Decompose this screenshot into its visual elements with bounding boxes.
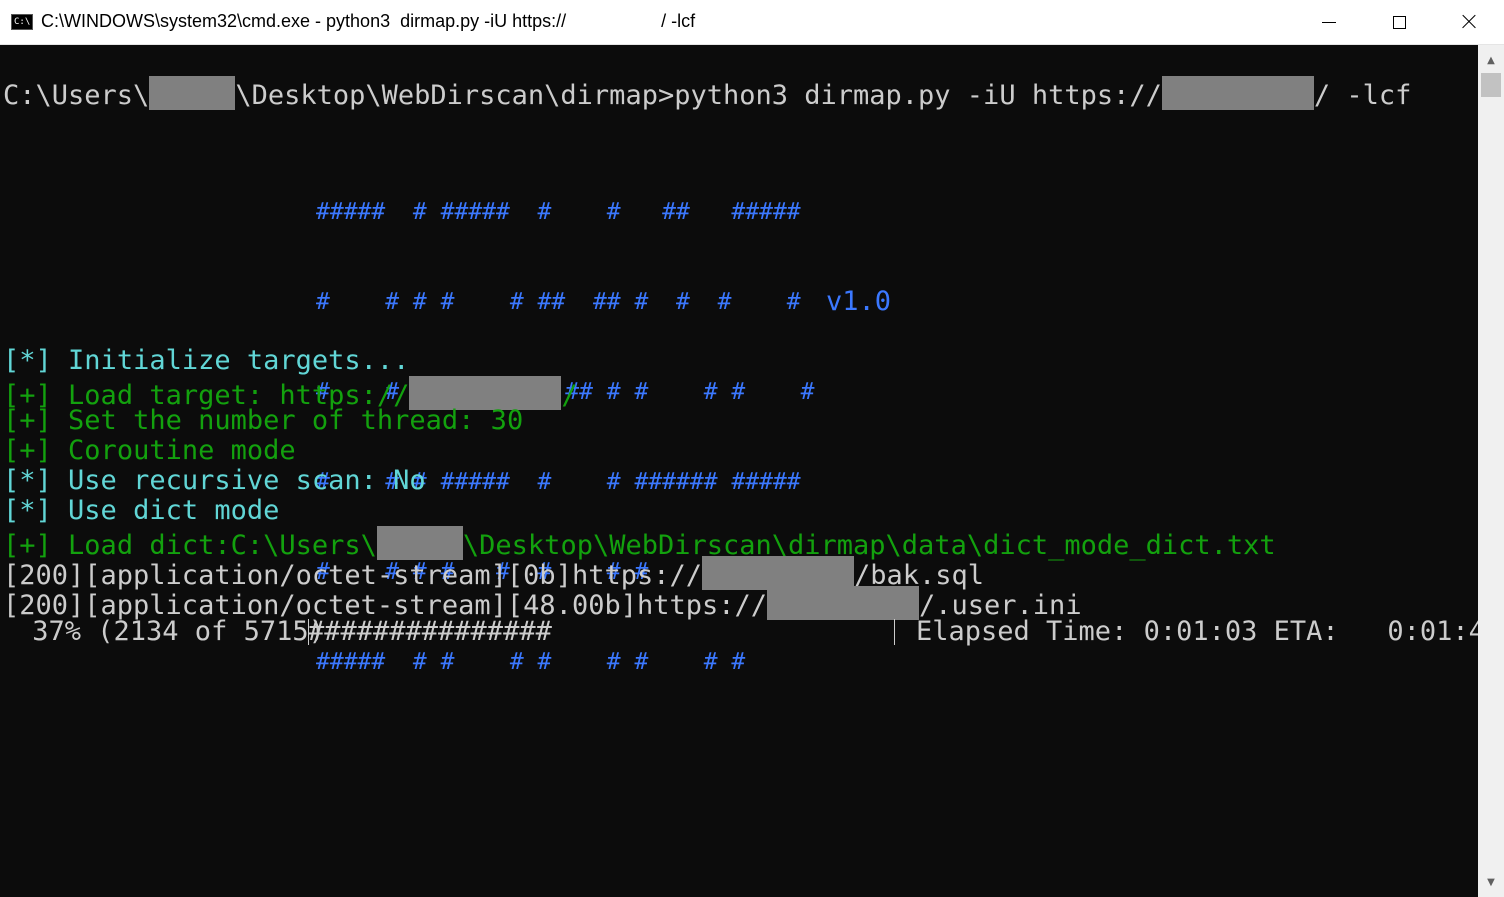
cmd-icon[interactable]: C:\ [11, 14, 33, 30]
window-title-right: / -lcf [661, 11, 696, 31]
scroll-down-arrow-icon[interactable]: ▼ [1478, 869, 1504, 895]
command-prefix: C:\Users\ [3, 80, 150, 111]
redacted-url [701, 556, 854, 590]
redacted-username [376, 526, 463, 560]
log-line: [*] Use recursive scan: No [3, 466, 426, 496]
log-text: Set the number of thread: 30 [68, 405, 524, 436]
log-tag: [*] [3, 495, 52, 526]
redacted-url [1161, 76, 1314, 110]
maximize-button[interactable] [1364, 0, 1434, 44]
title-bar[interactable]: C:\ C:\WINDOWS\system32\cmd.exe - python… [0, 0, 1504, 45]
command-line: C:\Users\ \Desktop\WebDirscan\dirmap>pyth… [3, 76, 1411, 111]
log-tag: [+] [3, 435, 52, 466]
banner-line: ##### # # # # # # # # [316, 649, 746, 675]
progress-bar-fill: ############### [308, 616, 552, 647]
progress-bar-right-edge [894, 619, 895, 645]
scroll-up-arrow-icon[interactable]: ▲ [1478, 47, 1504, 73]
window-title-left: C:\WINDOWS\system32\cmd.exe - python3 di… [41, 11, 567, 31]
banner-version: v1.0 [826, 286, 892, 317]
scrollbar-thumb[interactable] [1481, 73, 1501, 97]
log-tag: [*] [3, 465, 52, 496]
console-output[interactable]: C:\Users\ \Desktop\WebDirscan\dirmap>pyth… [0, 45, 1478, 897]
log-tag: [*] [3, 345, 52, 376]
redacted-url [767, 586, 920, 620]
log-text: Initialize targets... [68, 345, 410, 376]
command-middle: \Desktop\WebDirscan\dirmap>python3 dirma… [235, 80, 1162, 111]
cmd-icon-label: C:\ [14, 17, 31, 27]
dirmap-banner: ##### # ##### # # ## ##### # # # # # ## … [316, 137, 815, 737]
progress-status: 37% (2134 of 5715) [16, 616, 342, 647]
command-suffix: / -lcf [1313, 80, 1412, 111]
minimize-icon [1322, 21, 1336, 23]
log-line: [+] Coroutine mode [3, 436, 296, 466]
log-line: [+] Set the number of thread: 30 [3, 406, 523, 436]
banner-line: # # # # # ## ## # # # # [316, 289, 801, 315]
log-line: [*] Use dict mode [3, 496, 279, 526]
redacted-username [149, 76, 236, 110]
banner-line: ##### # ##### # # ## ##### [316, 199, 801, 225]
close-button[interactable] [1434, 0, 1504, 44]
log-line: [*] Initialize targets... [3, 346, 409, 376]
cmd-window: C:\ C:\WINDOWS\system32\cmd.exe - python… [0, 0, 1504, 897]
window-title: C:\WINDOWS\system32\cmd.exe - python3 di… [41, 11, 695, 32]
log-tag: [+] [3, 405, 52, 436]
vertical-scrollbar[interactable]: ▲ ▼ [1478, 45, 1504, 897]
maximize-icon [1392, 15, 1406, 29]
minimize-button[interactable] [1294, 0, 1364, 44]
log-text: Use recursive scan: No [68, 465, 426, 496]
log-text: Use dict mode [68, 495, 280, 526]
log-text: Coroutine mode [68, 435, 296, 466]
progress-elapsed: Elapsed Time: 0:01:03 ETA: 0:01:44 [916, 616, 1478, 647]
log-text-suffix: / [561, 380, 578, 411]
close-icon [1461, 14, 1477, 30]
